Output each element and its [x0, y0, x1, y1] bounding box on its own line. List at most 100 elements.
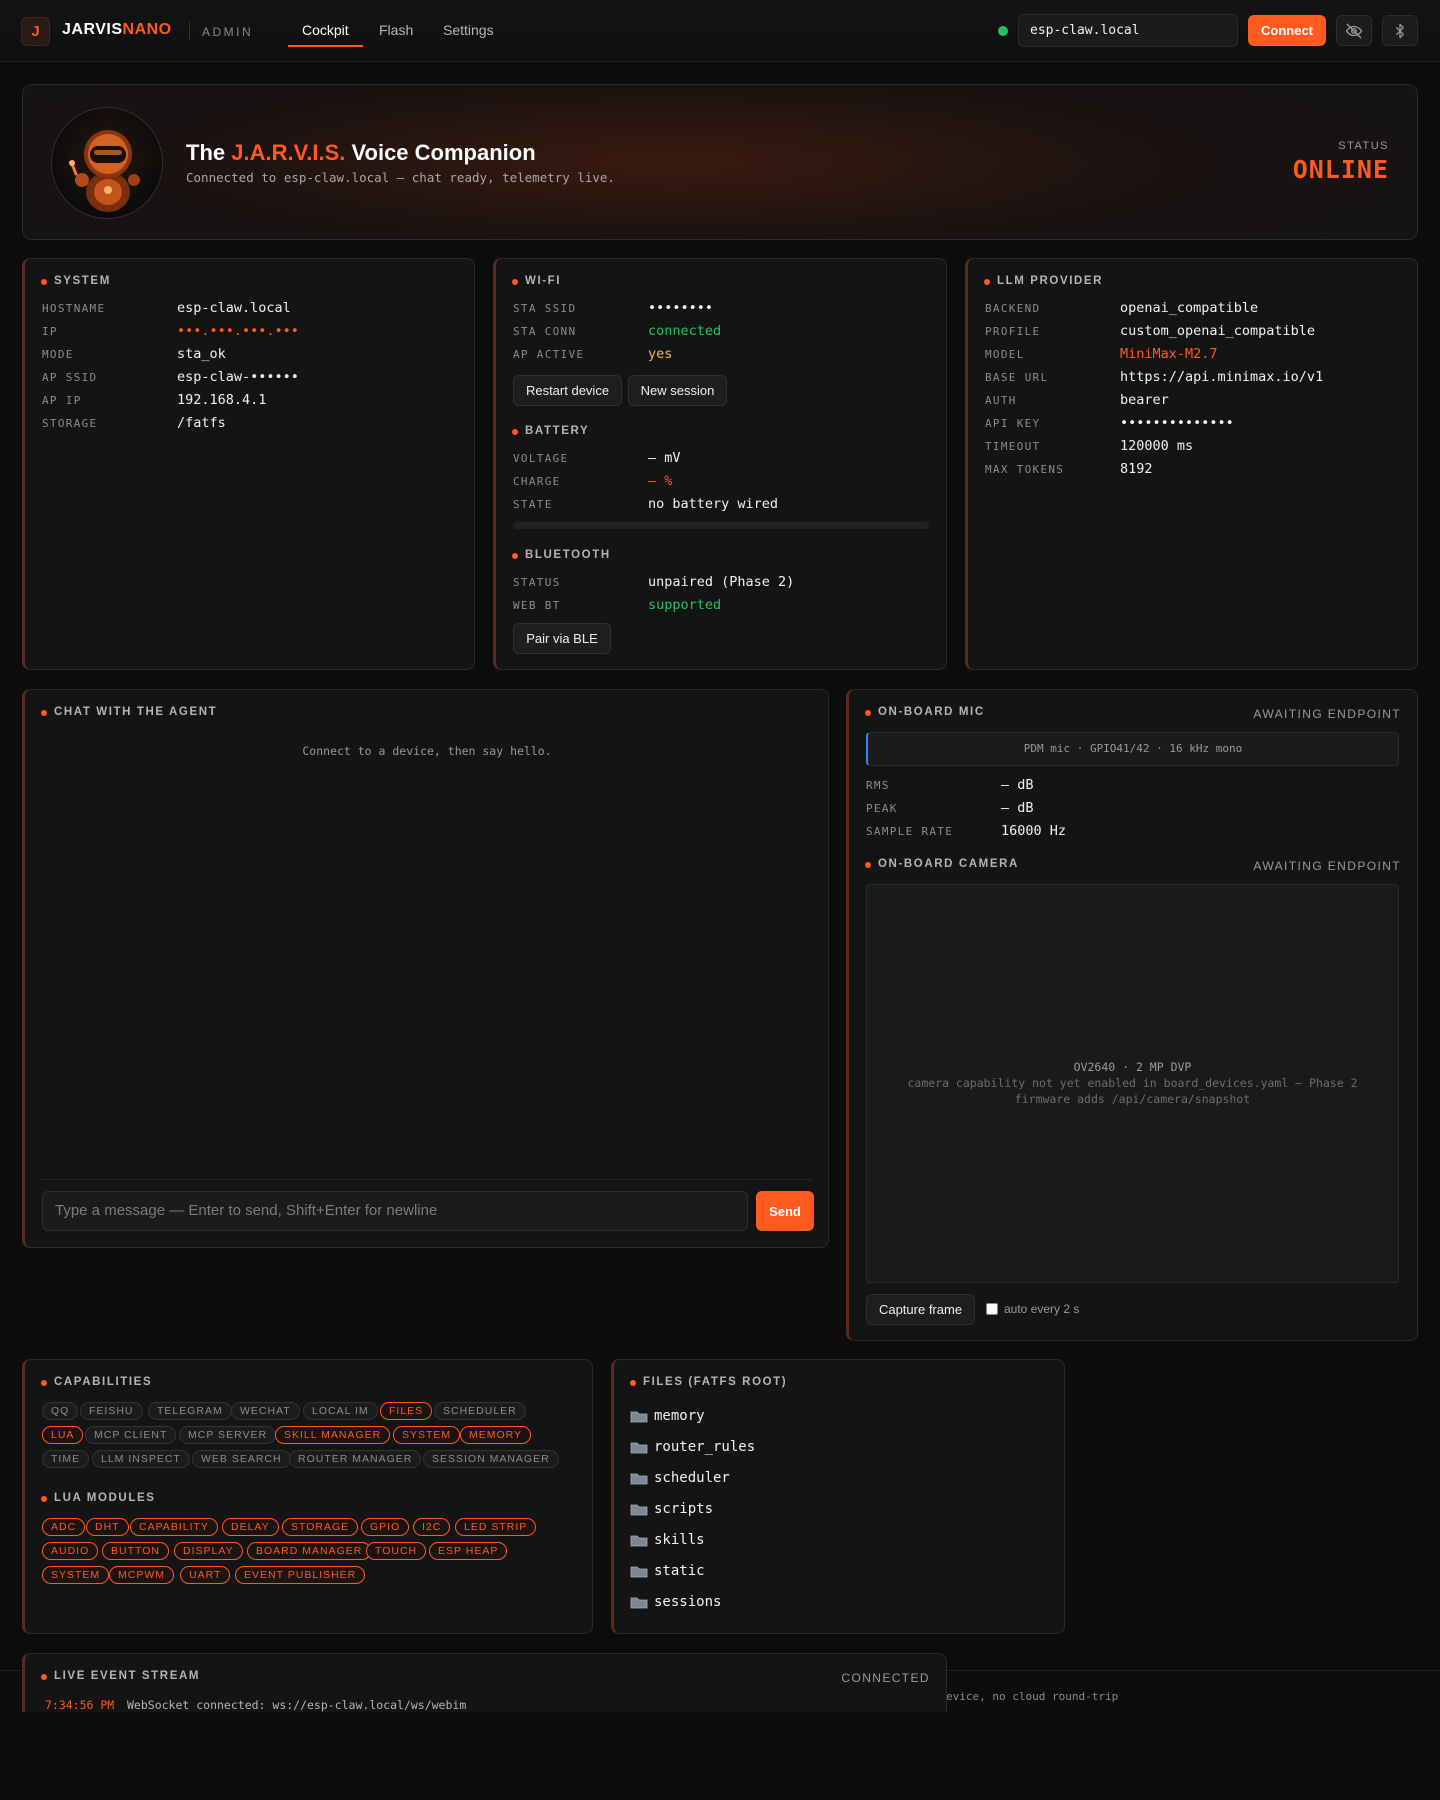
voltage-value: — mV	[648, 450, 681, 466]
bluetooth-button[interactable]	[1382, 15, 1418, 46]
lua-module-chip: DELAY	[222, 1518, 279, 1536]
event-stream-title: LIVE EVENT STREAM	[41, 1670, 200, 1682]
llm-provider-card: LLM PROVIDER BACKEND openai_compatible P…	[965, 258, 1418, 670]
brand-divider	[189, 22, 190, 40]
kv-key: PEAK	[866, 802, 898, 815]
storage-value: /fatfs	[177, 415, 226, 431]
logo[interactable]: J	[21, 17, 50, 46]
active-tab-indicator	[288, 45, 363, 47]
ap-ip-value: 192.168.4.1	[177, 392, 267, 408]
connection-status-dot	[998, 26, 1008, 36]
kv-key: MODE	[42, 348, 74, 361]
lua-module-chip: TOUCH	[366, 1542, 427, 1560]
lua-module-chip: DISPLAY	[174, 1542, 243, 1560]
hero-banner: The J.A.R.V.I.S. Voice Companion Connect…	[22, 84, 1418, 240]
file-folder-item[interactable]: skills	[630, 1532, 705, 1548]
tab-cockpit[interactable]: Cockpit	[302, 22, 349, 38]
hero-title: The J.A.R.V.I.S. Voice Companion	[186, 140, 536, 165]
kv-key: STORAGE	[42, 417, 98, 430]
camera-model-text: OV2640 · 2 MP DVP	[1073, 1060, 1192, 1074]
file-folder-item[interactable]: scripts	[630, 1501, 713, 1517]
chat-divider	[42, 1179, 812, 1180]
lua-module-chip: BOARD MANAGER	[247, 1542, 372, 1560]
file-folder-item[interactable]: scheduler	[630, 1470, 730, 1486]
kv-key: AP ACTIVE	[513, 348, 585, 361]
host-input[interactable]: esp-claw.local	[1018, 14, 1238, 47]
timeout-value: 120000 ms	[1120, 438, 1194, 454]
web-bt-value: supported	[648, 597, 722, 613]
capability-chip: LUA	[42, 1426, 84, 1444]
kv-key: BACKEND	[985, 302, 1041, 315]
llm-title: LLM PROVIDER	[984, 275, 1103, 287]
capability-chip: SCHEDULER	[434, 1402, 526, 1420]
auto-capture-checkbox[interactable]	[986, 1303, 998, 1315]
folder-icon	[630, 1473, 648, 1484]
mic-info-bar: PDM mic · GPIO41/42 · 16 kHz mono	[866, 732, 1399, 766]
sta-ssid-value: ••••••••	[648, 300, 714, 316]
capability-chip: SYSTEM	[393, 1426, 461, 1444]
event-time: 7:34:56 PM	[45, 1698, 115, 1712]
file-folder-item[interactable]: static	[630, 1563, 705, 1579]
robot-astronaut-icon	[69, 130, 140, 212]
capability-chip: FILES	[380, 1402, 433, 1420]
jarvis-avatar	[51, 107, 163, 219]
backend-value: openai_compatible	[1120, 300, 1259, 316]
kv-key: AUTH	[985, 394, 1017, 407]
new-session-button[interactable]: New session	[628, 375, 727, 406]
tab-settings[interactable]: Settings	[443, 22, 494, 38]
status-value: ONLINE	[1292, 155, 1389, 184]
file-folder-item[interactable]: sessions	[630, 1594, 721, 1610]
folder-icon	[630, 1411, 648, 1422]
kv-key: BASE URL	[985, 371, 1049, 384]
eye-off-icon	[1345, 23, 1363, 38]
files-title: FILES (FATFS ROOT)	[630, 1376, 787, 1388]
capability-chip: SKILL MANAGER	[275, 1426, 391, 1444]
rms-value: — dB	[1001, 777, 1034, 793]
capability-chip: MEMORY	[460, 1426, 532, 1444]
file-name: static	[654, 1563, 705, 1579]
chat-message-input[interactable]: Type a message — Enter to send, Shift+En…	[42, 1191, 748, 1231]
capability-chip: SESSION MANAGER	[423, 1450, 559, 1468]
folder-icon	[630, 1504, 648, 1515]
kv-key: CHARGE	[513, 475, 561, 488]
kv-key: MAX TOKENS	[985, 463, 1065, 476]
event-stream-card: LIVE EVENT STREAM CONNECTED 7:34:56 PM W…	[22, 1653, 947, 1712]
file-folder-item[interactable]: memory	[630, 1408, 705, 1424]
event-stream-status: CONNECTED	[841, 1671, 930, 1685]
kv-key: RMS	[866, 779, 890, 792]
capture-frame-button[interactable]: Capture frame	[866, 1294, 975, 1325]
lua-module-chip: STORAGE	[282, 1518, 359, 1536]
media-card: ON-BOARD MIC AWAITING ENDPOINT PDM mic ·…	[846, 689, 1418, 1341]
lua-module-chip: SYSTEM	[42, 1566, 110, 1584]
send-button[interactable]: Send	[756, 1191, 814, 1231]
file-name: memory	[654, 1408, 705, 1424]
capability-chip: LOCAL IM	[303, 1402, 378, 1420]
lua-module-chip: UART	[180, 1566, 231, 1584]
system-title: SYSTEM	[41, 275, 111, 287]
folder-icon	[630, 1442, 648, 1453]
kv-key: STATE	[513, 498, 553, 511]
connect-button[interactable]: Connect	[1248, 15, 1326, 46]
connectivity-card: WI-FI STA SSID •••••••• STA CONN connect…	[493, 258, 947, 670]
tab-flash[interactable]: Flash	[379, 22, 413, 38]
pair-ble-button[interactable]: Pair via BLE	[513, 623, 611, 654]
camera-note-line1: camera capability not yet enabled in boa…	[907, 1076, 1358, 1090]
capability-chip: MCP CLIENT	[85, 1426, 177, 1444]
capability-chip: ROUTER MANAGER	[289, 1450, 422, 1468]
folder-icon	[630, 1566, 648, 1577]
mic-title: ON-BOARD MIC	[865, 706, 985, 718]
battery-title: BATTERY	[512, 425, 589, 437]
mode-value: sta_ok	[177, 346, 226, 362]
event-message: WebSocket connected: ws://esp-claw.local…	[127, 1698, 467, 1712]
capability-chip: WEB SEARCH	[192, 1450, 291, 1468]
privacy-toggle-button[interactable]	[1336, 15, 1372, 46]
capability-chip: MCP SERVER	[179, 1426, 277, 1444]
file-folder-item[interactable]: router_rules	[630, 1439, 755, 1455]
ap-ssid-value: esp-claw-••••••	[177, 369, 299, 385]
restart-device-button[interactable]: Restart device	[513, 375, 622, 406]
capability-chip: TELEGRAM	[148, 1402, 232, 1420]
peak-value: — dB	[1001, 800, 1034, 816]
chat-title: CHAT WITH THE AGENT	[41, 706, 217, 718]
ap-active-value: yes	[648, 346, 673, 362]
lua-modules-title: LUA MODULES	[41, 1492, 156, 1504]
